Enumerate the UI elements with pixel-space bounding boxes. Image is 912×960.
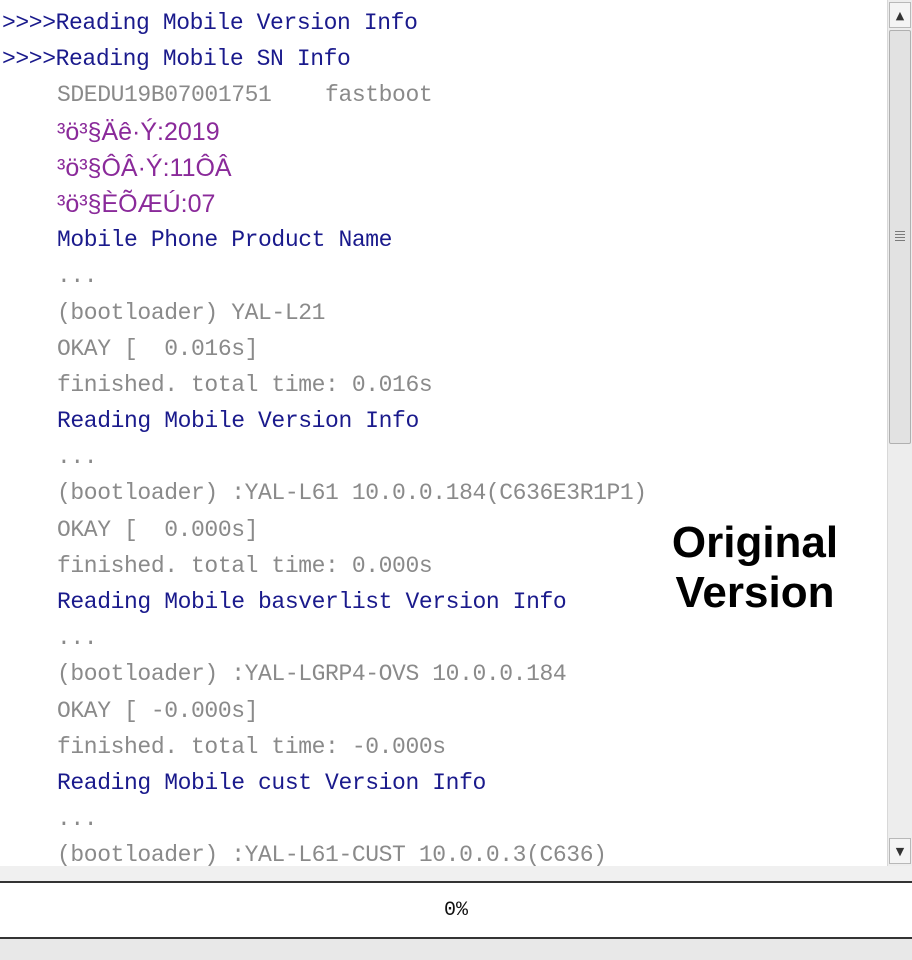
log-line: >>>>Reading Mobile Version Info [2,10,418,36]
log-output-panel[interactable]: >>>>Reading Mobile Version Info >>>>Readi… [0,0,887,866]
progress-bar: 0% [0,881,912,939]
log-line: ³ö³§ÔÂ·Ý:11ÔÂ [57,153,232,182]
log-line: Mobile Phone Product Name [57,227,393,254]
log-line: ... [57,263,98,290]
log-line: ³ö³§ÈÕÆÚ:07 [57,189,216,218]
log-line: ... [57,625,98,652]
log-line: (bootloader) :YAL-LGRP4-OVS 10.0.0.184 [57,661,567,688]
watermark-line-1: Original [671,518,839,567]
log-line: finished. total time: 0.016s [57,371,433,398]
log-line: ... [57,806,98,833]
log-line: Reading Mobile cust Version Info [57,769,486,796]
scroll-down-arrow-icon[interactable]: ▼ [889,838,911,864]
watermark: Original Version [640,518,870,618]
log-line: (bootloader) YAL-L21 [57,299,326,326]
log-line: finished. total time: -0.000s [57,733,446,760]
log-line: Reading Mobile Version Info [57,408,419,435]
log-line: (bootloader) :YAL-L61-CUST 10.0.0.3(C636… [57,842,607,866]
status-strip [0,939,912,960]
log-line: OKAY [ 0.016s] [57,335,259,362]
scrollbar-thumb[interactable] [889,30,911,444]
app-window: >>>>Reading Mobile Version Info >>>>Readi… [0,0,912,960]
log-line: OKAY [ -0.000s] [57,697,259,724]
log-lines: >>>>Reading Mobile Version Info >>>>Readi… [0,5,887,866]
grip-icon [895,231,905,241]
log-line: SDEDU19B07001751 fastboot [57,82,433,109]
watermark-line-2: Version [675,568,835,617]
scroll-up-arrow-icon[interactable]: ▲ [889,2,911,28]
log-line: >>>>Reading Mobile SN Info [2,46,351,73]
progress-label: 0% [443,898,468,922]
log-scrollbar[interactable]: ▲ ▼ [887,0,912,866]
log-line: ³ö³§Äê·Ý:2019 [57,117,220,146]
log-line: ... [57,444,98,471]
log-line: (bootloader) :YAL-L61 10.0.0.184(C636E3R… [57,480,647,507]
progress-area: 0% [0,866,912,960]
